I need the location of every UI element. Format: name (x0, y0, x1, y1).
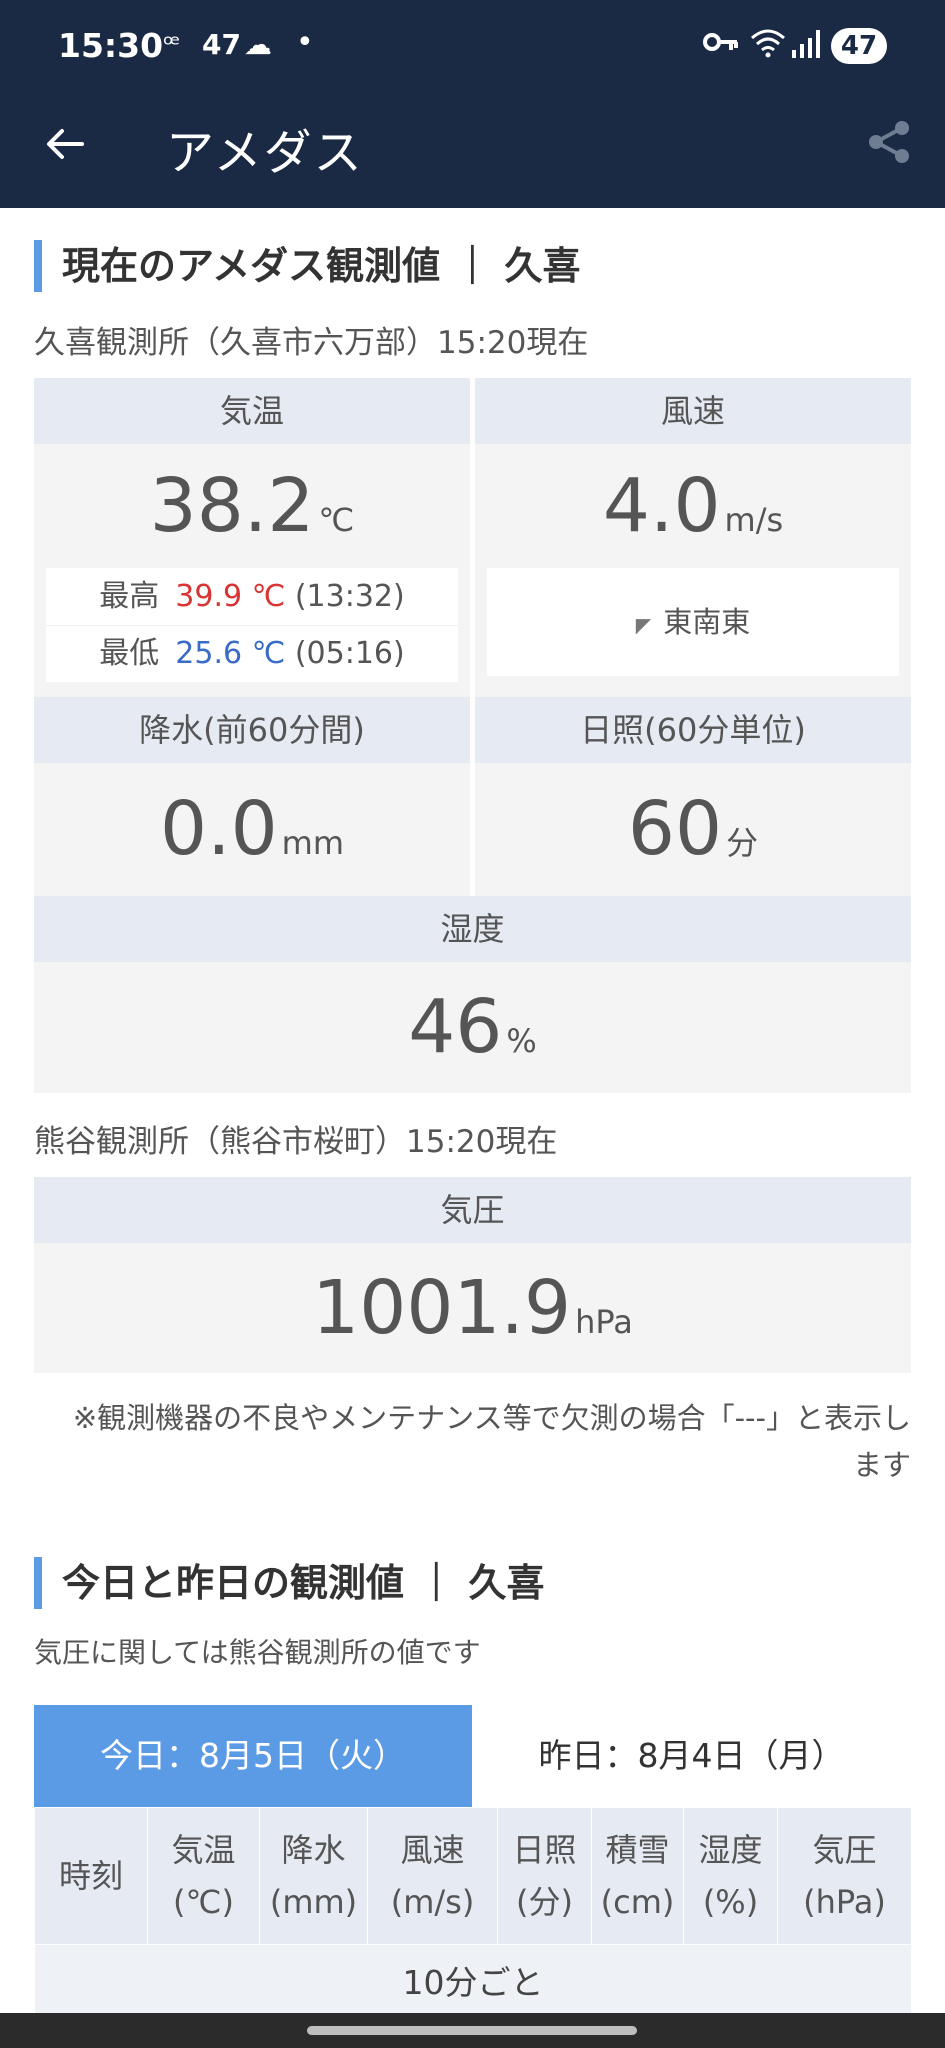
humidity-unit: % (506, 1022, 537, 1060)
temperature-card: 気温 38.2 ℃ 最高 39.9 ℃ (13:32) 最低 25.6 ℃ (05:1… (34, 378, 470, 697)
col-temp: 気温 (℃) (147, 1807, 260, 1945)
share-icon[interactable] (866, 119, 912, 165)
wind-card: 風速 4.0 m/s ◤ 東南東 (475, 378, 911, 697)
precip-value: 0.0 mm (34, 763, 470, 896)
sunshine-card: 日照(60分単位) 60 分 (475, 697, 911, 896)
precip-label: 降水(前60分間) (34, 697, 470, 763)
pressure-unit: hPa (575, 1303, 633, 1341)
col-precip: 降水 (mm) (259, 1807, 368, 1945)
col-sunshine-label: 日照 (512, 1831, 577, 1869)
humidity-card: 湿度 46% (34, 896, 911, 1093)
cloud-icon: ☁ (244, 28, 272, 61)
wifi-icon (751, 29, 785, 58)
col-humidity: 湿度 (%) (683, 1807, 778, 1945)
tab-yesterday[interactable]: 昨日：8月4日（月） (472, 1705, 911, 1807)
temp-max-value: 39.9 ℃ (175, 579, 286, 614)
main-content: 現在のアメダス観測値 ｜ 久喜 久喜観測所（久喜市六万部）15:20現在 気温 … (34, 208, 912, 2016)
col-pressure: 気圧 (hPa) (777, 1807, 912, 1945)
col-snow-unit: (cm) (600, 1883, 675, 1921)
table-header-row: 時刻 気温 (℃) 降水 (mm) 風速 (m/s) 日照 (分) 積雪 (cm) 湿度 (… (34, 1807, 912, 1945)
temp-min-value: 25.6 ℃ (175, 636, 286, 671)
col-sunshine-unit: (分) (516, 1883, 573, 1921)
temp-max-label: 最高 (99, 579, 160, 614)
temp-max-row: 最高 39.9 ℃ (13:32) (46, 568, 458, 626)
col-sunshine: 日照 (分) (497, 1807, 592, 1945)
sunshine-unit: 分 (726, 824, 759, 862)
wind-label: 風速 (475, 378, 911, 444)
col-pressure-label: 気圧 (812, 1831, 877, 1869)
precip-unit: mm (281, 824, 345, 862)
col-temp-unit: (℃) (173, 1883, 234, 1921)
sunshine-number: 60 (627, 786, 723, 872)
sunshine-value: 60 分 (475, 763, 911, 896)
history-note: 気圧に関しては熊谷観測所の値です (34, 1636, 481, 1669)
missing-data-note: ※観測機器の不良やメンテナンス等で欠測の場合「---」と表示します (72, 1401, 911, 1482)
precip-number: 0.0 (159, 786, 278, 872)
station-label: 久喜観測所（久喜市六万部）15:20現在 (34, 325, 589, 361)
col-time-label: 時刻 (58, 1857, 123, 1895)
gesture-nav-bar (0, 2013, 945, 2048)
interval-label: 10分ごと (34, 1944, 912, 2016)
back-arrow-icon[interactable] (40, 119, 90, 169)
tab-today[interactable]: 今日：8月5日（火） (34, 1705, 472, 1807)
col-wind-unit: (m/s) (390, 1883, 475, 1921)
temp-min-time: (05:16) (294, 636, 405, 671)
humidity-label: 湿度 (34, 896, 911, 962)
dnd-icon: ꟹ (163, 30, 180, 60)
col-pressure-unit: (hPa) (803, 1883, 886, 1921)
temperature-label: 気温 (34, 378, 470, 444)
top-bar: 15:30 ꟹ 47 ☁ • 47 アメダス (0, 0, 945, 208)
pressure-card: 気圧 1001.9 hPa (34, 1177, 911, 1373)
col-humidity-unit: (%) (702, 1883, 759, 1921)
sunshine-label: 日照(60分単位) (475, 697, 911, 763)
wind-value: 4.0 m/s (475, 444, 911, 568)
temp-min-label: 最低 (99, 636, 160, 671)
key-icon (703, 33, 738, 51)
col-precip-label: 降水 (281, 1831, 346, 1869)
temp-max-time: (13:32) (294, 579, 405, 614)
status-temp: 47 (202, 28, 241, 61)
col-snow: 積雪 (cm) (591, 1807, 684, 1945)
col-temp-label: 気温 (171, 1831, 236, 1869)
precip-sun-row: 降水(前60分間) 0.0 mm 日照(60分単位) 60 分 (34, 697, 911, 896)
current-section-title: 現在のアメダス観測値 ｜ 久喜 (34, 236, 911, 296)
status-time: 15:30 (58, 26, 164, 65)
col-wind-label: 風速 (400, 1831, 465, 1869)
temperature-unit: ℃ (318, 501, 355, 539)
battery-icon: 47 (831, 28, 887, 64)
wind-direction-box: ◤ 東南東 (487, 568, 899, 676)
pressure-label: 気圧 (34, 1177, 911, 1243)
history-section-title: 今日と昨日の観測値 ｜ 久喜 (34, 1553, 911, 1613)
page-title: アメダス (166, 125, 364, 181)
app-bar: アメダス (0, 95, 945, 208)
col-wind: 風速 (m/s) (367, 1807, 498, 1945)
wind-direction: 東南東 (663, 605, 751, 639)
pressure-station-label: 熊谷観測所（熊谷市桜町）15:20現在 (34, 1124, 558, 1160)
humidity-number: 46 (408, 984, 503, 1070)
temperature-number: 38.2 (149, 463, 315, 549)
interval-row: 10分ごと (34, 1944, 912, 2016)
pressure-value: 1001.9 hPa (34, 1243, 911, 1373)
wind-unit: m/s (724, 501, 784, 539)
observation-table: 時刻 気温 (℃) 降水 (mm) 風速 (m/s) 日照 (分) 積雪 (cm) 湿度 (… (34, 1807, 912, 2016)
col-precip-unit: (mm) (269, 1883, 358, 1921)
col-snow-label: 積雪 (605, 1831, 670, 1869)
signal-icon (792, 30, 820, 58)
day-tabs: 今日：8月5日（火） 昨日：8月4日（月） (34, 1705, 911, 1807)
temp-extremes-box: 最高 39.9 ℃ (13:32) 最低 25.6 ℃ (05:16) (46, 568, 458, 682)
wind-direction-arrow-icon: ◤ (635, 613, 652, 637)
home-gesture-handle[interactable] (307, 2026, 637, 2035)
precip-card: 降水(前60分間) 0.0 mm (34, 697, 470, 896)
temperature-value: 38.2 ℃ (34, 444, 470, 568)
col-time: 時刻 (34, 1807, 148, 1945)
temp-min-row: 最低 25.6 ℃ (05:16) (46, 626, 458, 682)
temp-wind-row: 気温 38.2 ℃ 最高 39.9 ℃ (13:32) 最低 25.6 ℃ (05:1… (34, 378, 911, 697)
humidity-value: 46% (34, 962, 911, 1093)
notification-dot-icon: • (296, 25, 314, 60)
wind-number: 4.0 (602, 463, 721, 549)
status-bar: 15:30 ꟹ 47 ☁ • 47 (0, 0, 945, 95)
pressure-number: 1001.9 (312, 1265, 572, 1351)
col-humidity-label: 湿度 (698, 1831, 763, 1869)
